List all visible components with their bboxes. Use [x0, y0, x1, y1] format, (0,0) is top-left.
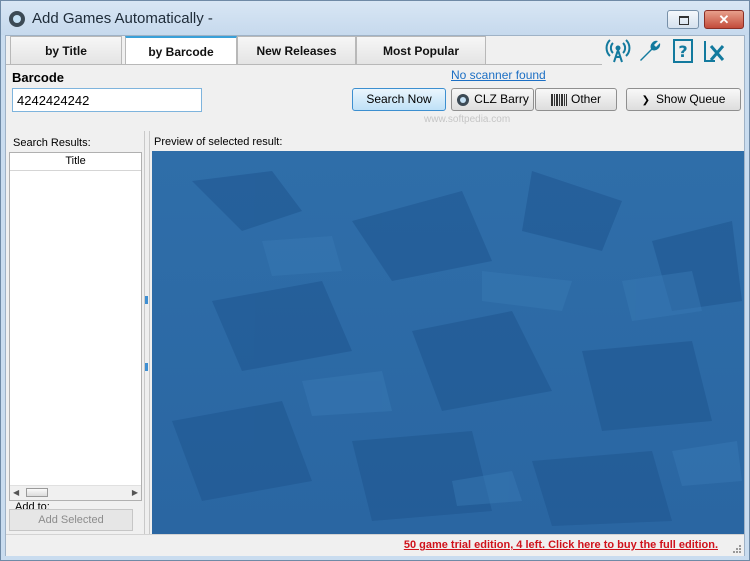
search-results-list[interactable]: Title ◀ ▶: [9, 152, 142, 501]
antenna-icon[interactable]: [605, 38, 631, 64]
splitter-grip-top: [145, 296, 148, 304]
chevron-right-icon: ❯: [641, 95, 650, 106]
scroll-left-icon[interactable]: ◀: [13, 486, 19, 500]
svg-text:?: ?: [678, 42, 687, 61]
preview-label: Preview of selected result:: [154, 136, 283, 148]
scrollbar-thumb[interactable]: [26, 488, 48, 497]
tab-label: Most Popular: [382, 44, 459, 58]
barcode-input[interactable]: [12, 88, 202, 112]
show-queue-button[interactable]: ❯ Show Queue: [626, 88, 741, 111]
app-window: Add Games Automatically - ✕ by Title by …: [0, 0, 750, 561]
preview-background-image: [152, 151, 744, 534]
barcode-icon: [550, 93, 567, 106]
search-now-label: Search Now: [366, 92, 432, 106]
tab-label: by Barcode: [148, 45, 214, 59]
status-bar: 50 game trial edition, 4 left. Click her…: [6, 534, 744, 556]
search-results-label: Search Results:: [13, 137, 91, 149]
barcode-label: Barcode: [12, 70, 65, 85]
tab-strip-divider: [6, 64, 602, 65]
tab-label: New Releases: [256, 44, 337, 58]
column-header-title[interactable]: Title: [10, 153, 141, 171]
clz-barry-label: CLZ Barry: [474, 92, 529, 106]
preview-area: [152, 151, 744, 534]
tab-new-releases[interactable]: New Releases: [237, 36, 356, 64]
other-button[interactable]: Other: [535, 88, 617, 111]
main-content: by Title by Barcode New Releases Most Po…: [5, 35, 745, 556]
add-selected-button[interactable]: Add Selected: [9, 509, 133, 531]
buy-full-edition-link[interactable]: 50 game trial edition, 4 left. Click her…: [404, 539, 718, 551]
other-label: Other: [570, 92, 601, 106]
resize-grip-icon[interactable]: [732, 544, 742, 554]
close-icon: ✕: [718, 12, 730, 27]
tab-by-barcode[interactable]: by Barcode: [125, 36, 237, 65]
scanner-status-link[interactable]: No scanner found: [451, 68, 546, 82]
panel-splitter[interactable]: [144, 131, 150, 534]
clz-barry-button[interactable]: CLZ Barry: [451, 88, 534, 111]
show-queue-label: Show Queue: [656, 92, 726, 106]
horizontal-scrollbar[interactable]: ◀ ▶: [10, 485, 141, 500]
tab-by-title[interactable]: by Title: [10, 36, 122, 64]
minimize-icon: [679, 16, 689, 25]
scroll-right-icon[interactable]: ▶: [132, 486, 138, 500]
search-now-button[interactable]: Search Now: [352, 88, 446, 111]
help-icon[interactable]: ?: [670, 38, 696, 64]
title-bar[interactable]: Add Games Automatically - ✕: [1, 1, 749, 35]
splitter-grip-bottom: [145, 363, 148, 371]
tab-most-popular[interactable]: Most Popular: [356, 36, 486, 64]
watermark: www.softpedia.com: [424, 114, 511, 125]
close-window-button[interactable]: ✕: [704, 10, 744, 29]
search-results-panel: Search Results: Title ◀ ▶ Add to: Add Se…: [6, 131, 144, 535]
add-selected-label: Add Selected: [38, 514, 104, 526]
app-logo-icon: [9, 11, 25, 27]
tab-label: by Title: [45, 44, 87, 58]
wrench-icon[interactable]: [637, 38, 663, 64]
clz-barry-icon: [457, 93, 470, 106]
minimize-button[interactable]: [667, 10, 699, 29]
close-panel-icon[interactable]: [701, 38, 727, 64]
window-title: Add Games Automatically -: [32, 10, 213, 27]
